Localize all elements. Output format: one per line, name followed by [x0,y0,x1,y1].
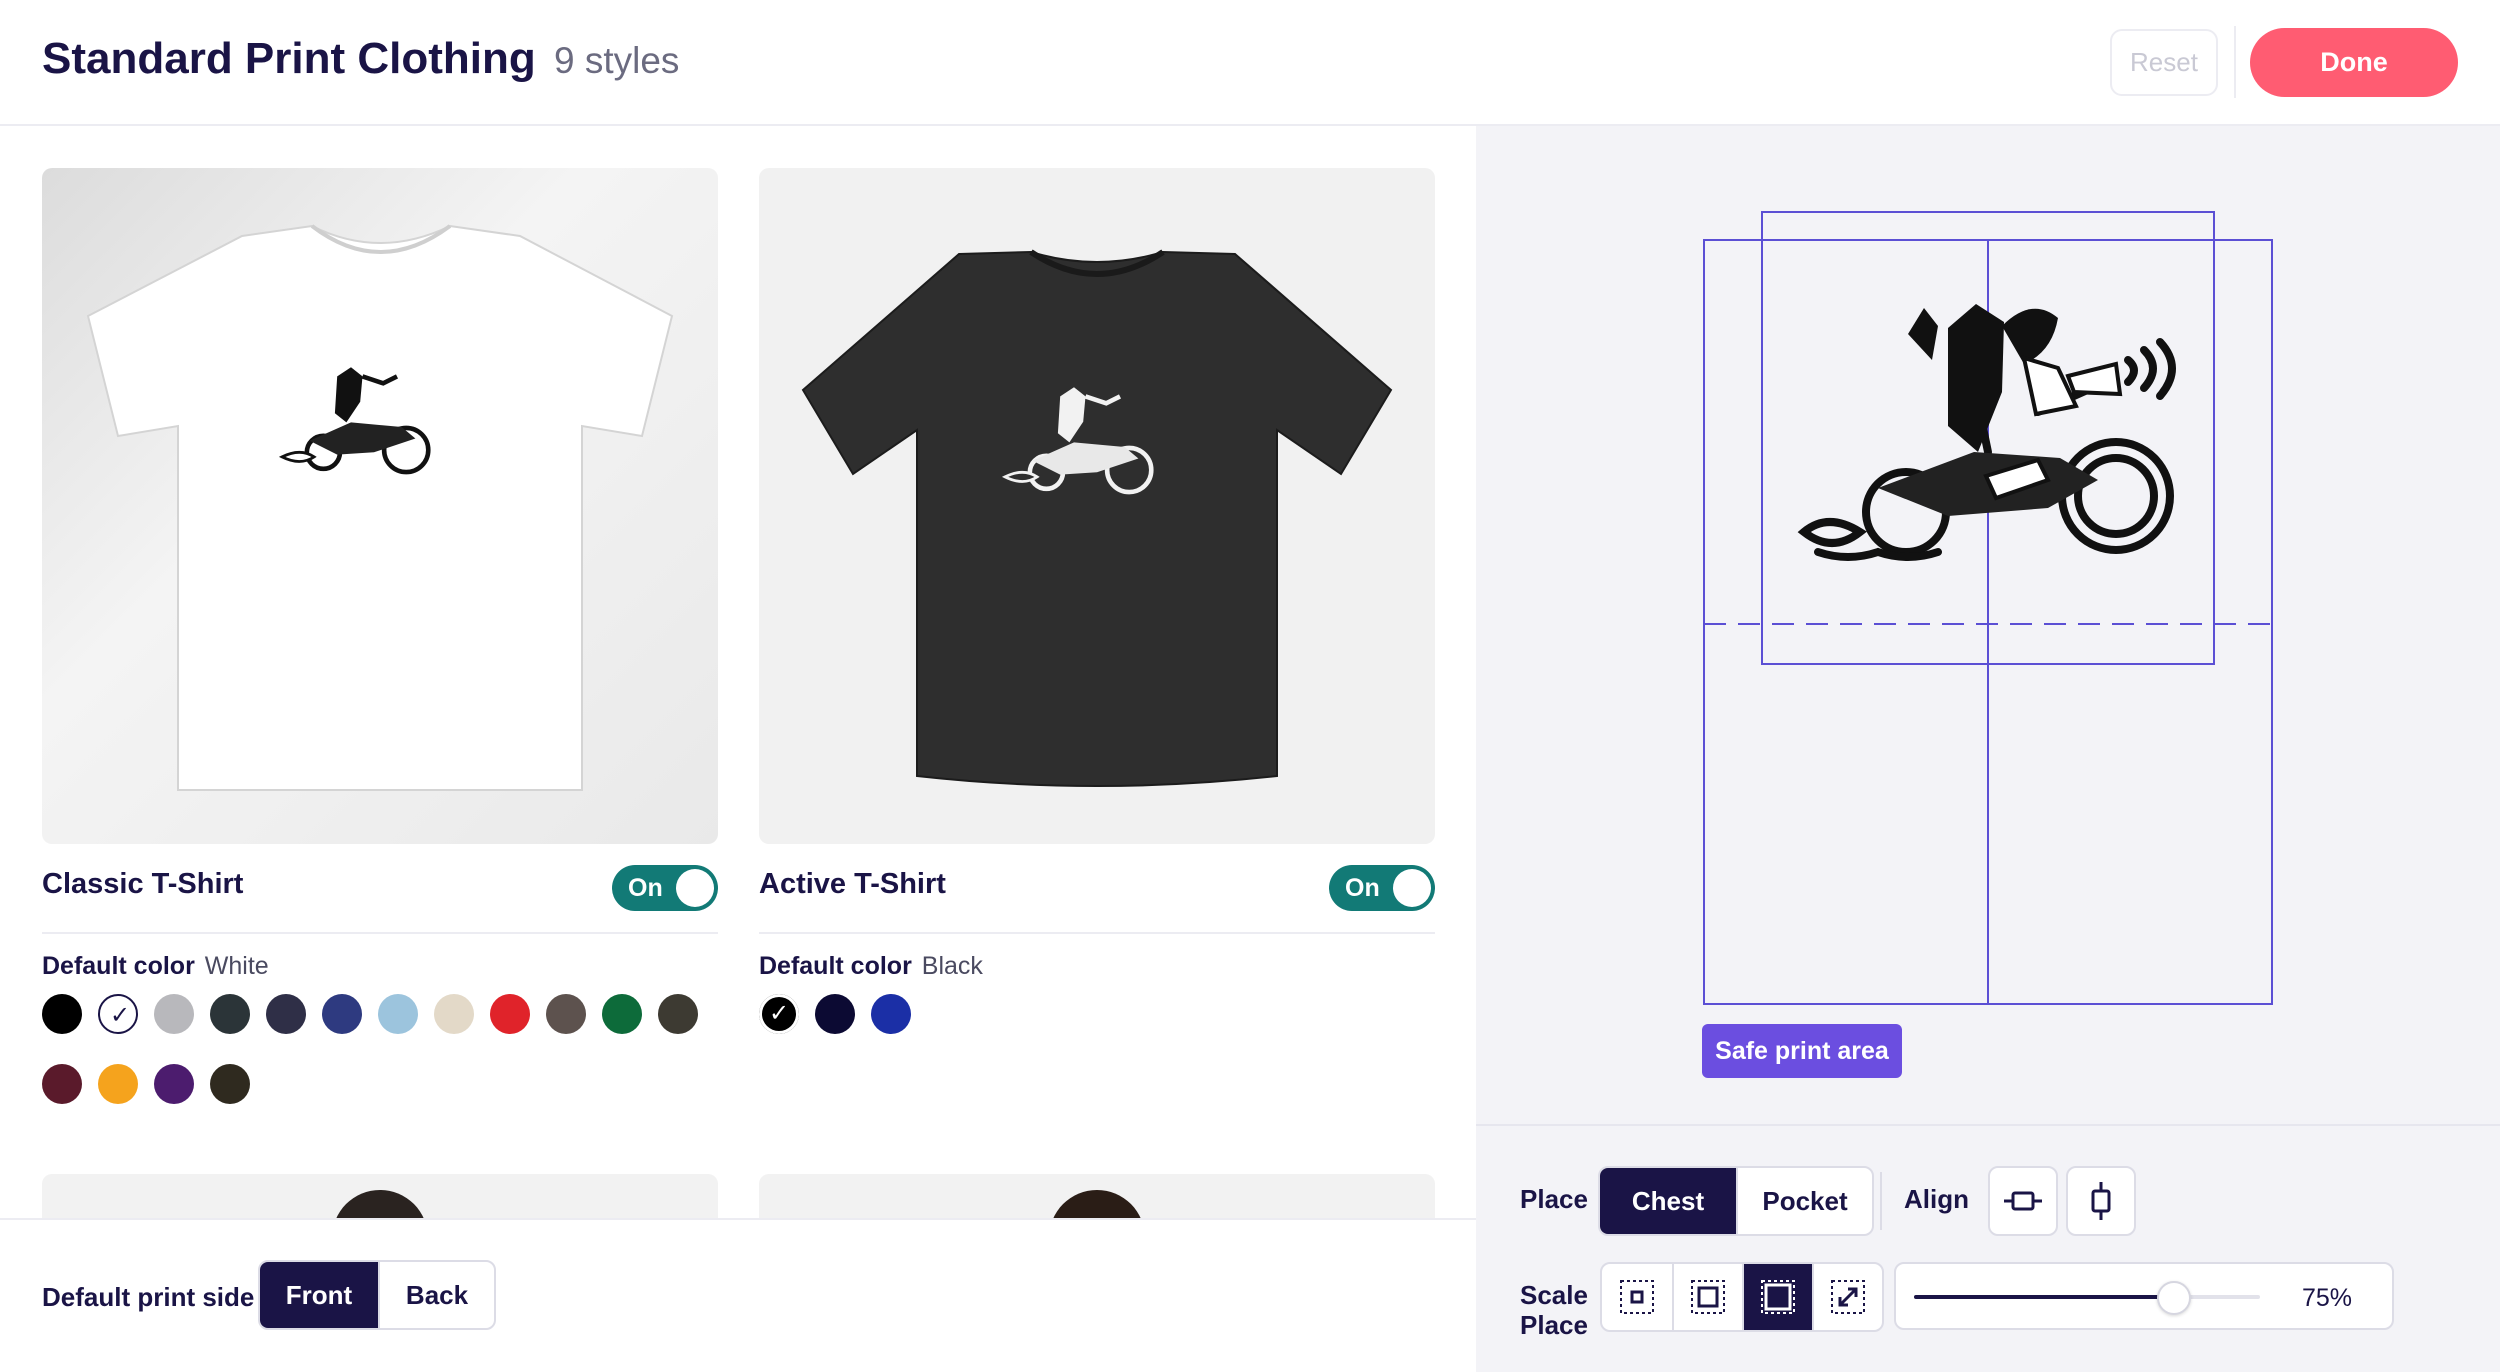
color-swatch[interactable] [378,994,418,1034]
color-swatch[interactable] [871,994,911,1034]
style-count: 9 styles [554,40,680,81]
color-swatch[interactable] [658,994,698,1034]
color-swatch[interactable] [154,1064,194,1104]
slider-thumb[interactable] [2156,1281,2191,1315]
color-swatch[interactable] [154,994,194,1034]
color-swatch[interactable] [210,994,250,1034]
product-card-active-tshirt: Active T-Shirt On Default color Black [759,168,1435,1034]
product-name: Active T-Shirt [759,868,946,900]
color-swatch[interactable] [490,994,530,1034]
scale-fit-icon[interactable] [1812,1264,1882,1330]
scale-slider[interactable]: 75% [1894,1262,2394,1330]
color-swatch[interactable] [42,1064,82,1104]
slider-fill [1914,1295,2174,1299]
color-swatch[interactable] [42,994,82,1034]
place-pocket[interactable]: Pocket [1736,1168,1872,1234]
default-color-value: White [204,952,269,980]
toggle-label: On [1345,874,1380,902]
toggle-knob [1393,869,1431,907]
default-color-value: Black [921,952,983,980]
top-bar: Standard Print Clothing 9 styles Reset D… [0,0,2500,126]
product-toggle[interactable]: On [612,865,718,911]
product-list: Classic T-Shirt On Default color White ✓… [0,126,1476,1372]
color-swatch[interactable] [759,994,799,1034]
print-side-front[interactable]: Front [260,1262,378,1328]
print-canvas: Safe print area [1476,126,2500,1124]
print-editor: Safe print area Place Place Chest Pocket… [1476,126,2500,1372]
scale-large-icon[interactable] [1742,1264,1812,1330]
product-image[interactable] [759,168,1435,844]
color-swatch[interactable] [546,994,586,1034]
place-toggle: Chest Pocket [1598,1166,1874,1236]
align-vertical-center-icon[interactable] [2066,1166,2136,1236]
print-side-label: Default print side [42,1282,255,1312]
header-divider [2234,26,2236,98]
color-swatch[interactable] [98,1064,138,1104]
print-side-back[interactable]: Back [378,1262,494,1328]
scale-small-icon[interactable] [1602,1264,1672,1330]
scale-value: 75% [2301,1284,2352,1312]
default-color-label: Default color [759,952,912,980]
placement-controls: Place [1476,1124,2500,1372]
product-card-classic-tshirt: Classic T-Shirt On Default color White [42,168,718,1104]
divider [759,932,1435,934]
color-swatch[interactable] [210,1064,250,1104]
align-label: Align [1904,1184,1969,1214]
default-color: Default color Black [759,952,983,981]
align-horizontal-center-icon[interactable] [1988,1166,2058,1236]
scale-presets [1600,1262,1884,1332]
toggle-label: On [628,874,663,902]
scale-medium-icon[interactable] [1672,1264,1742,1330]
done-button[interactable]: Done [2250,28,2458,97]
control-divider [1880,1172,1882,1230]
scale-label: Scale [1520,1280,1588,1310]
print-side-toggle: Front Back [258,1260,496,1330]
place-label: Place [1520,1184,1588,1214]
color-swatch[interactable] [266,994,306,1034]
default-color-label: Default color [42,952,195,980]
color-swatch[interactable] [98,994,140,1036]
page-title: Standard Print Clothing 9 styles [42,34,679,84]
color-swatch[interactable] [322,994,362,1034]
place-chest[interactable]: Chest [1600,1168,1736,1234]
reset-button[interactable]: Reset [2110,29,2218,96]
print-area-guides [1703,211,2273,1005]
toggle-knob [676,869,714,907]
place-label: Place [1520,1310,1588,1340]
color-swatch[interactable] [815,994,855,1034]
page-title-text: Standard Print Clothing [42,34,536,83]
color-swatch[interactable] [602,994,642,1034]
default-color: Default color White [42,952,269,981]
divider [42,932,718,934]
print-side-bar: Default print side Front Back [0,1218,1476,1372]
color-swatch[interactable] [434,994,474,1034]
safe-print-area-button[interactable]: Safe print area [1702,1024,1902,1078]
product-image[interactable] [42,168,718,844]
product-name: Classic T-Shirt [42,868,244,900]
product-toggle[interactable]: On [1329,865,1435,911]
